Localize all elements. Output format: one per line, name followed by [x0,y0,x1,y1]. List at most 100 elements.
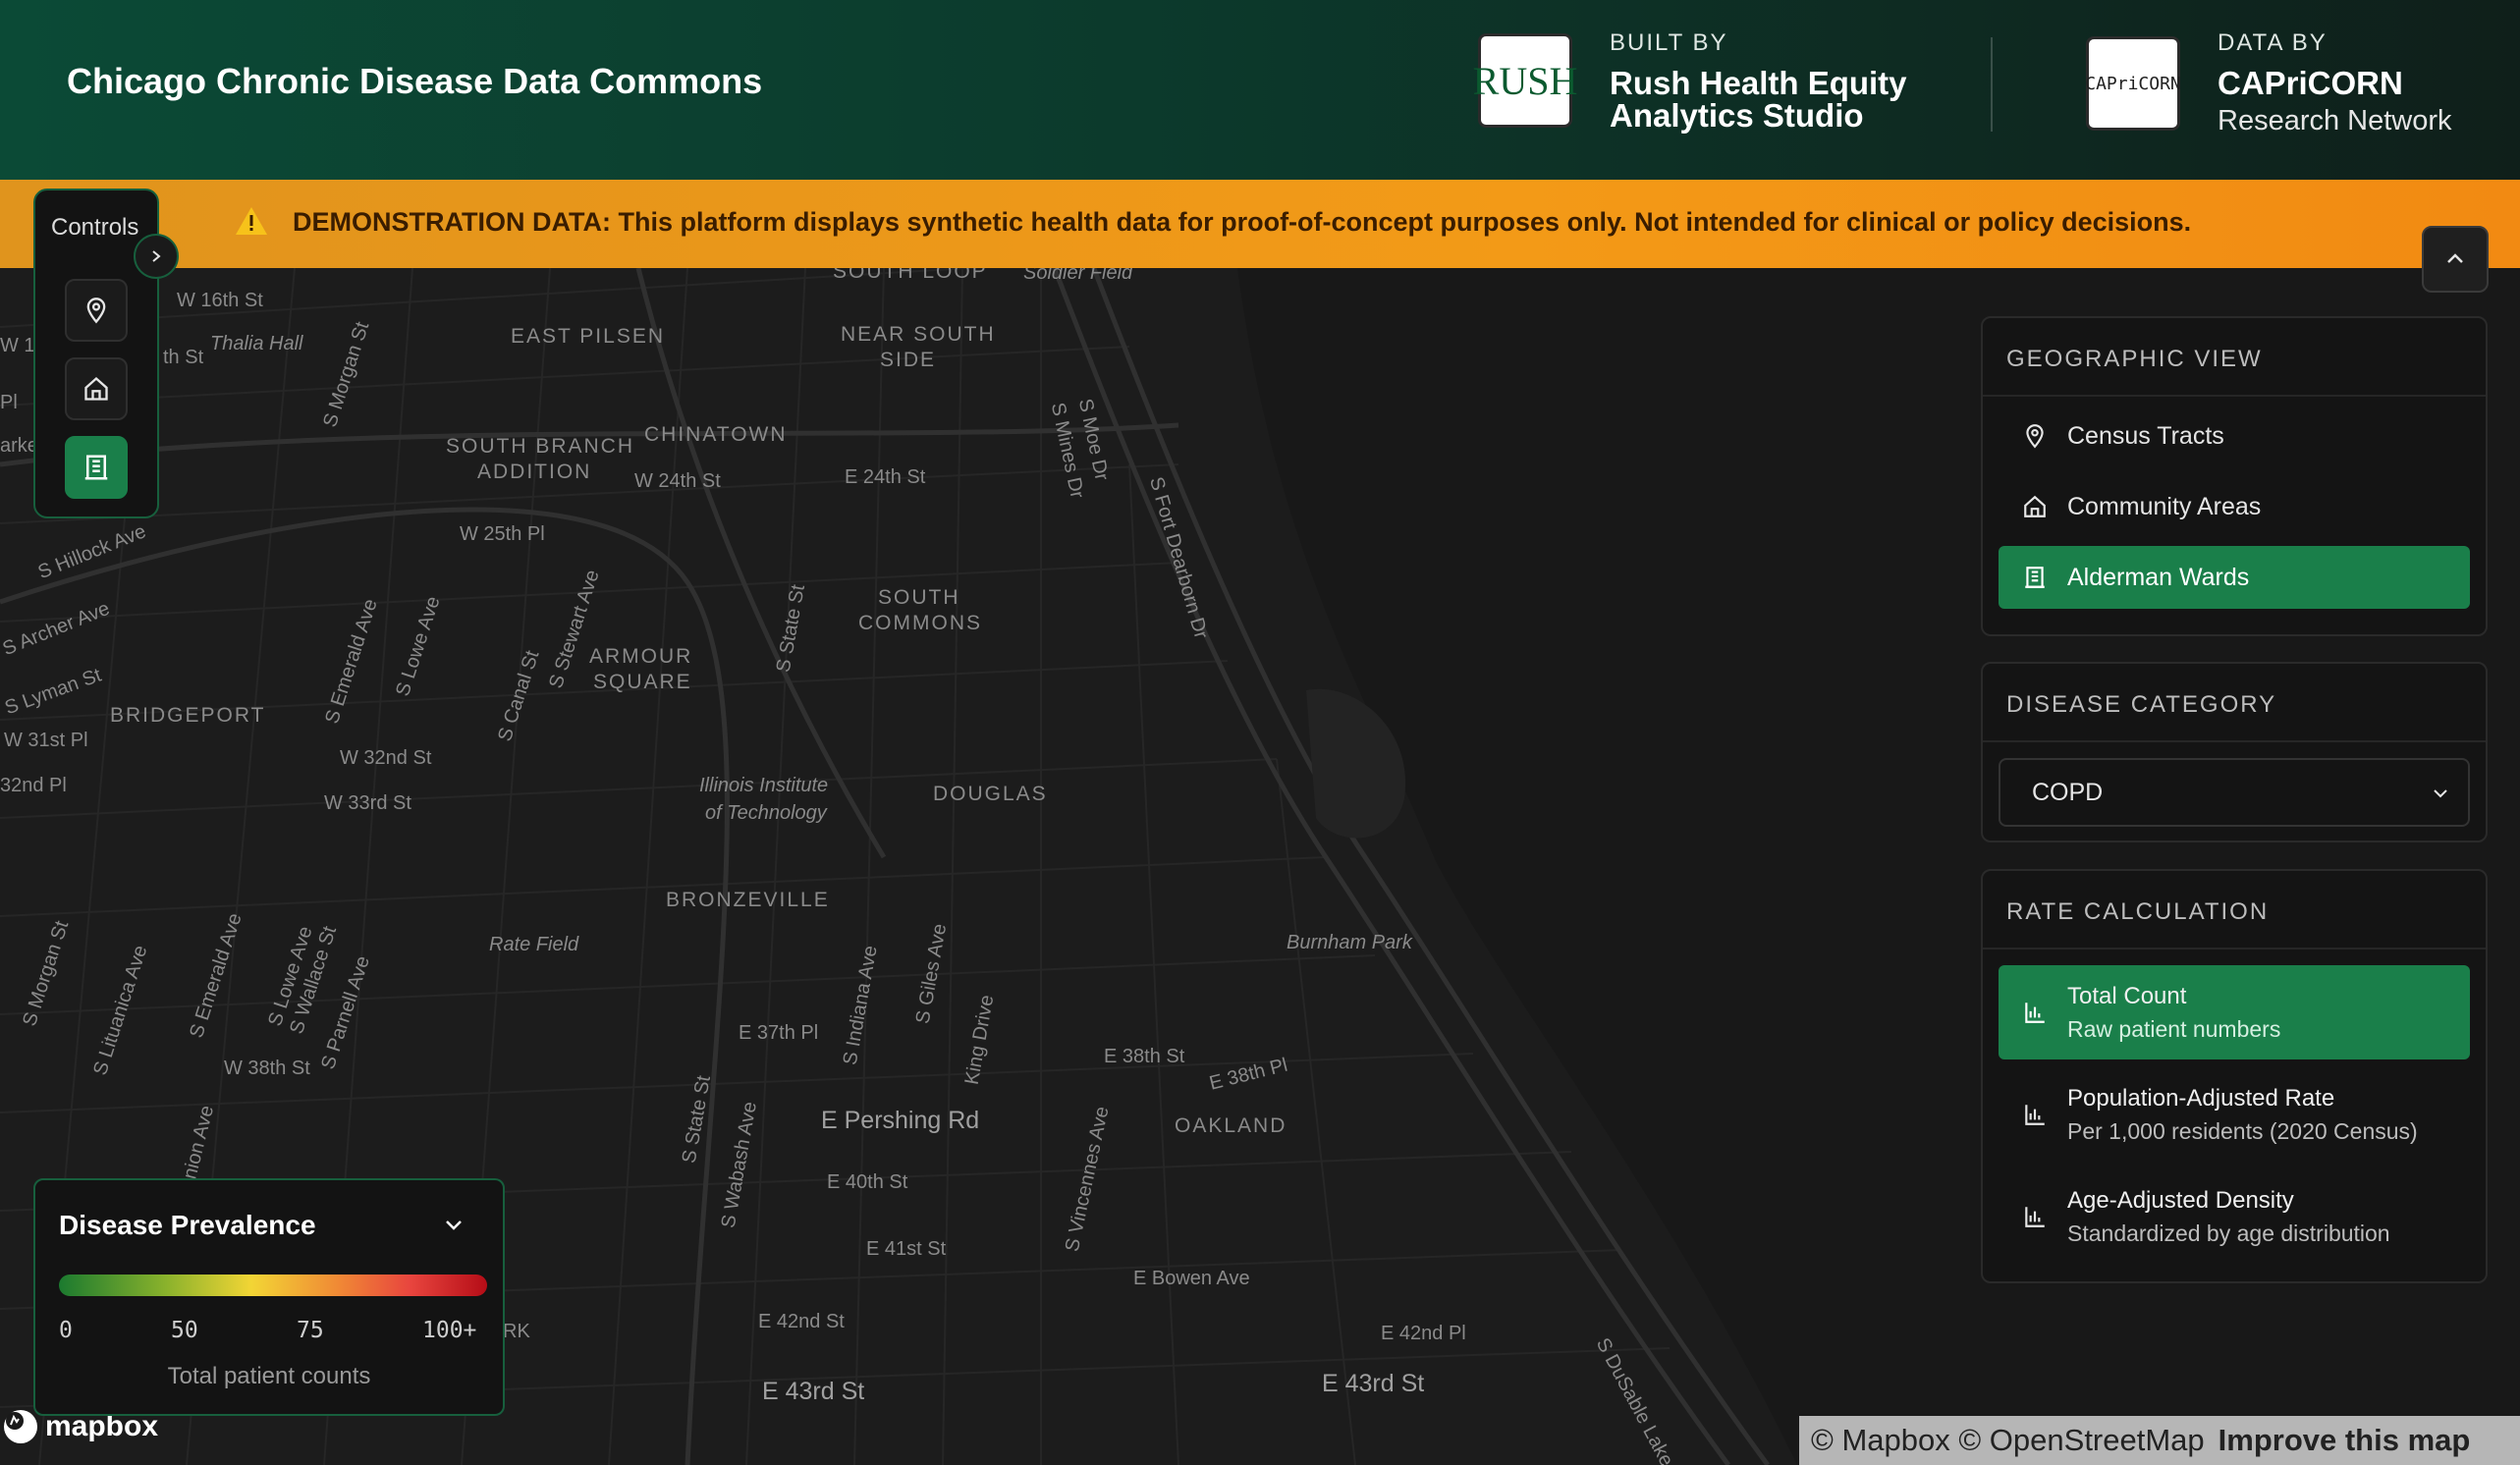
map-label: Illinois Institute [699,775,829,796]
option-label: Census Tracts [2067,421,2224,450]
header-divider [1991,37,1993,132]
map-label: E Bowen Ave [1133,1268,1250,1289]
option-community-areas[interactable]: Community Areas [1999,475,2470,538]
neighborhood-label: DOUGLAS [933,783,1048,805]
chevron-down-icon [2434,789,2447,798]
option-label: Community Areas [2067,492,2262,520]
map-label: W 25th Pl [460,523,545,545]
rate-option-sub: Raw patient numbers [2067,1015,2281,1042]
home-icon [2024,495,2046,517]
option-census-tracts[interactable]: Census Tracts [1999,405,2470,467]
census-tracts-button[interactable] [65,279,128,342]
built-by-credit: RUSH BUILT BY Rush Health Equity Analyti… [1473,29,1934,132]
rate-option-label: Population-Adjusted Rate [2067,1084,2335,1112]
legend-tick: 0 [59,1318,73,1343]
demo-data-banner: DEMONSTRATION DATA: This platform displa… [0,180,2520,268]
map-label: E 43rd St [1322,1370,1425,1397]
map-label: Burnham Park [1287,932,1412,953]
legend-tick: 75 [297,1318,324,1343]
map-attribution: © Mapbox © OpenStreetMap Improve this ma… [1799,1416,2520,1465]
selected-disease: COPD [2032,778,2104,806]
rate-option-sub: Standardized by age distribution [2067,1220,2390,1246]
rate-option-label: Total Count [2067,982,2187,1009]
legend-tick: 50 [171,1318,198,1343]
chevron-down-icon[interactable] [442,1214,466,1237]
option-alderman-wards[interactable]: Alderman Wards [1999,546,2470,609]
banner-text: DEMONSTRATION DATA: This platform displa… [293,207,2192,237]
disease-prevalence-legend: Disease Prevalence 0 50 75 100+ Total pa… [33,1178,505,1416]
map-label: E 24th St [845,466,926,488]
disease-category-panel: DISEASE CATEGORY COPD [1981,662,2488,842]
neighborhood-label: EAST PILSEN [511,325,666,348]
map-label: W 33rd St [324,792,411,814]
map-label: of Technology [705,802,827,824]
map-label: W 24th St [634,470,721,492]
neighborhood-label: OAKLAND [1175,1114,1287,1137]
app-title: Chicago Chronic Disease Data Commons [67,61,763,101]
map-label: E Pershing Rd [821,1107,980,1134]
building-icon [84,455,108,480]
home-icon [84,376,108,401]
map-label: W 38th St [224,1058,310,1079]
neighborhood-label: ARMOUR [589,645,693,668]
rate-option-age-adjusted[interactable]: Age-Adjusted Density Standardized by age… [1999,1169,2470,1264]
map-label: W 32nd St [340,747,432,769]
rate-option-sub: Per 1,000 residents (2020 Census) [2067,1117,2418,1144]
controls-panel: Controls [33,189,159,518]
map-label: E 37th Pl [739,1022,819,1044]
map-label: Pl [0,392,18,413]
map-label: Thalia Hall [210,333,303,354]
app-header: Chicago Chronic Disease Data Commons RUS… [0,0,2520,180]
data-by-credit: CAPriCORN DATA BY CAPriCORN Research Net… [2085,29,2452,137]
rate-calculation-panel: RATE CALCULATION Total Count Raw patient… [1981,869,2488,1283]
warning-icon [236,207,267,235]
neighborhood-label: SOUTH [878,586,960,609]
map-label: E 41st St [866,1238,947,1260]
map-label: E 42nd Pl [1381,1323,1466,1344]
alderman-wards-button[interactable] [65,436,128,499]
legend-tick: 100+ [422,1318,477,1343]
map-label: W 16th St [177,290,263,311]
bar-chart-icon [2025,1105,2045,1125]
neighborhood-label: SOUTH LOOP [833,268,988,283]
collapse-panel-button[interactable] [2422,226,2489,293]
capricorn-logo: CAPriCORN [2085,36,2181,131]
disease-category-select[interactable]: COPD [1999,758,2470,827]
neighborhood-label: BRONZEVILLE [666,889,830,911]
option-label: Alderman Wards [2067,563,2250,591]
neighborhood-label: SQUARE [593,671,692,693]
map-pin-icon [86,298,106,324]
map-label: E 40th St [827,1171,908,1193]
geographic-view-panel: GEOGRAPHIC VIEW Census Tracts Community … [1981,316,2488,636]
chevron-right-icon [152,250,161,262]
map-label: W 1 [0,335,35,356]
neighborhood-label: SIDE [880,349,937,371]
rush-logo: RUSH [1473,33,1577,128]
neighborhood-label: CHINATOWN [644,423,788,446]
legend-color-scale [59,1275,487,1296]
map-label: RK [503,1321,530,1342]
disease-category-title: DISEASE CATEGORY [1983,664,2486,742]
controls-expand-button[interactable] [134,234,179,279]
building-icon [2025,567,2045,588]
data-by-sub: Research Network [2218,105,2452,136]
rate-option-total-count[interactable]: Total Count Raw patient numbers [1999,965,2470,1059]
controls-title: Controls [51,214,139,241]
rate-option-label: Age-Adjusted Density [2067,1186,2294,1214]
rate-option-population-adjusted[interactable]: Population-Adjusted Rate Per 1,000 resid… [1999,1067,2470,1162]
neighborhood-label: SOUTH BRANCH [446,435,635,458]
chevron-up-icon [2447,253,2463,263]
improve-map-link[interactable]: Improve this map [2219,1423,2471,1458]
mapbox-icon [4,1410,37,1443]
community-areas-button[interactable] [65,357,128,420]
neighborhood-label: ADDITION [477,461,592,483]
neighborhood-label: NEAR SOUTH [841,323,996,346]
neighborhood-label: BRIDGEPORT [110,704,266,727]
map-label: E 42nd St [758,1311,845,1332]
attribution-credits[interactable]: © Mapbox © OpenStreetMap [1811,1423,2205,1458]
map-label: E 43rd St [762,1378,865,1405]
neighborhood-label: COMMONS [858,612,982,634]
map-label: Rate Field [489,934,579,955]
data-by-name: CAPriCORN [2218,65,2403,101]
map-label: th St [163,347,204,368]
